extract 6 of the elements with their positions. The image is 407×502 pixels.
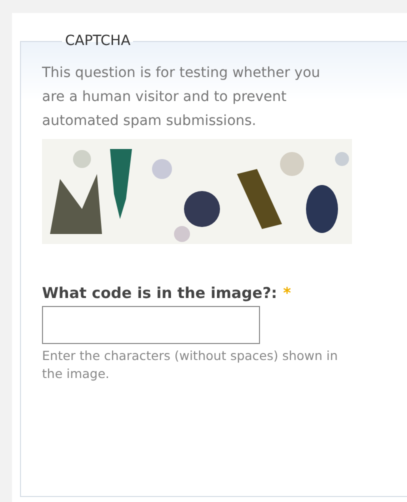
field-label: What code is in the image?: [42,284,278,302]
description-text: This question is for testing whether you are a human visitor and to prevent automated spam submissions. [42,64,322,131]
help-text: Enter the characters (without spaces) shown in the image. [42,347,339,383]
fieldset-legend: CAPTCHA [62,33,134,49]
required-mark: * [283,284,292,302]
input-field[interactable] [42,306,260,344]
